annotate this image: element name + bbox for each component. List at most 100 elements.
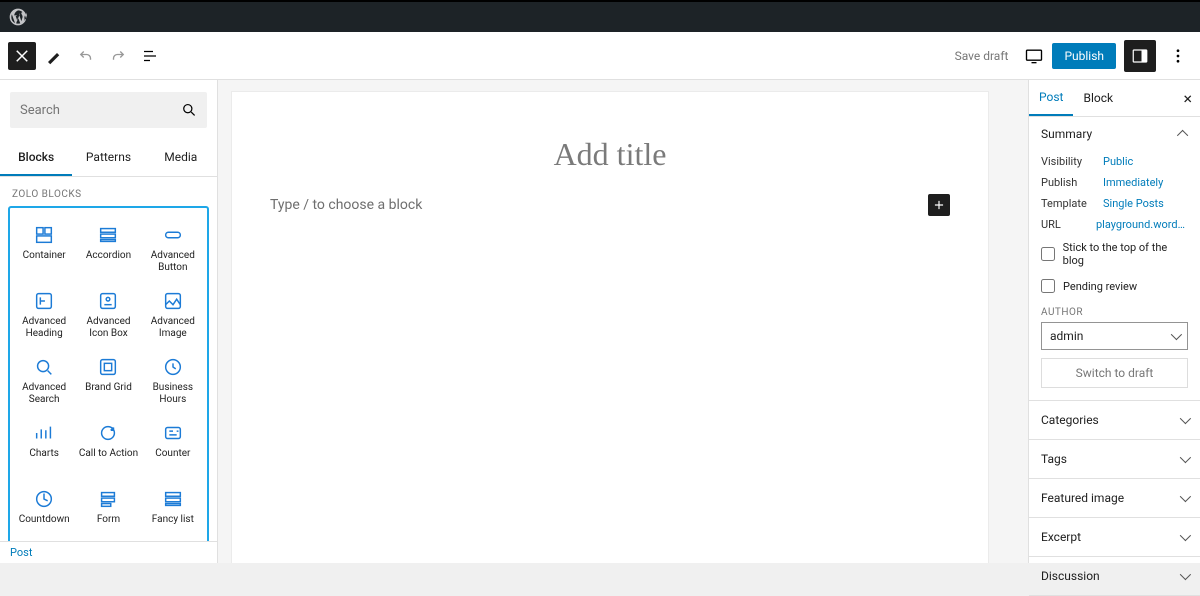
switch-to-draft-button[interactable]: Switch to draft [1041, 358, 1188, 388]
block-label: Business Hours [143, 382, 203, 406]
block-item-form[interactable]: Form [76, 478, 140, 540]
pending-label: Pending review [1063, 280, 1137, 293]
tab-blocks[interactable]: Blocks [0, 140, 72, 176]
block-label: Call to Action [79, 448, 138, 460]
post-content-area[interactable]: Add title Type / to choose a block [232, 92, 988, 563]
chevron-down-icon [1180, 530, 1188, 544]
panel-summary: Summary VisibilityPublic PublishImmediat… [1029, 117, 1200, 401]
sidebar-tabs: Post Block × [1029, 80, 1200, 117]
block-item-countdown[interactable]: Countdown [12, 478, 76, 540]
panel-categories[interactable]: Categories [1029, 401, 1200, 440]
block-icon [33, 290, 55, 312]
block-item-accordion[interactable]: Accordion [76, 214, 140, 276]
publish-button[interactable]: Publish [1052, 43, 1116, 69]
tab-post-settings[interactable]: Post [1029, 80, 1073, 116]
preview-button[interactable] [1024, 46, 1044, 66]
toggle-inserter-button[interactable] [8, 42, 36, 70]
plus-icon [932, 198, 946, 212]
block-search[interactable] [10, 92, 207, 128]
toolbar-left [8, 42, 164, 70]
block-label: Advanced Button [143, 250, 203, 274]
block-label: Container [23, 250, 66, 262]
author-select[interactable]: admin [1041, 322, 1188, 350]
block-label: Advanced Icon Box [78, 316, 138, 340]
wordpress-logo-icon[interactable] [8, 7, 28, 27]
block-label: Fancy list [152, 514, 194, 526]
block-item-counter[interactable]: Counter [141, 412, 205, 474]
post-title-input[interactable]: Add title [232, 132, 988, 191]
block-label: Charts [29, 448, 59, 460]
settings-sidebar-toggle[interactable] [1124, 40, 1156, 72]
panel-excerpt[interactable]: Excerpt [1029, 518, 1200, 557]
panel-discussion-label: Discussion [1041, 569, 1100, 583]
sticky-checkbox[interactable] [1041, 247, 1055, 261]
block-icon [162, 488, 184, 510]
chevron-down-icon [1171, 329, 1179, 343]
chevron-up-icon [1180, 127, 1188, 141]
block-item-business-hours[interactable]: Business Hours [141, 346, 205, 408]
block-search-input[interactable] [20, 103, 181, 118]
panel-summary-toggle[interactable]: Summary [1029, 117, 1200, 151]
panel-featured-image[interactable]: Featured image [1029, 479, 1200, 518]
pending-checkbox-row[interactable]: Pending review [1029, 273, 1200, 299]
tab-block-settings[interactable]: Block [1073, 81, 1123, 115]
block-category-title: ZOLO BLOCKS [4, 177, 213, 206]
chevron-down-icon [1180, 413, 1188, 427]
chevron-down-icon [1180, 491, 1188, 505]
block-item-advanced-button[interactable]: Advanced Button [141, 214, 205, 276]
undo-button[interactable] [72, 42, 100, 70]
block-inserter-panel: Blocks Patterns Media ZOLO BLOCKS Contai… [0, 80, 218, 563]
block-icon [162, 356, 184, 378]
block-item-charts[interactable]: Charts [12, 412, 76, 474]
panel-tags[interactable]: Tags [1029, 440, 1200, 479]
block-label: Accordion [86, 250, 131, 262]
wp-admin-bar [0, 2, 1200, 32]
panel-categories-label: Categories [1041, 413, 1099, 427]
redo-button[interactable] [104, 42, 132, 70]
panel-summary-title: Summary [1041, 127, 1092, 141]
publish-value[interactable]: Immediately [1103, 176, 1163, 189]
publish-label: Publish [1041, 176, 1095, 189]
author-value: admin [1050, 329, 1083, 343]
block-icon [162, 224, 184, 246]
url-value[interactable]: playground.wordpress... [1096, 218, 1188, 231]
block-item-call-to-action[interactable]: Call to Action [76, 412, 140, 474]
save-draft-button[interactable]: Save draft [947, 43, 1017, 69]
default-block-prompt[interactable]: Type / to choose a block [270, 191, 928, 219]
block-icon [97, 422, 119, 444]
block-item-brand-grid[interactable]: Brand Grid [76, 346, 140, 408]
close-sidebar-button[interactable]: × [1175, 89, 1200, 108]
chevron-down-icon [1180, 452, 1188, 466]
block-item-advanced-search[interactable]: Advanced Search [12, 346, 76, 408]
template-value[interactable]: Single Posts [1103, 197, 1164, 210]
tools-button[interactable] [40, 42, 68, 70]
visibility-value[interactable]: Public [1103, 155, 1133, 168]
block-item-advanced-icon-box[interactable]: Advanced Icon Box [76, 280, 140, 342]
settings-sidebar: Post Block × Summary VisibilityPublic Pu… [1028, 80, 1200, 563]
app-root: Save draft Publish Blocks Patterns [0, 0, 1200, 563]
block-item-fancy-list[interactable]: Fancy list [141, 478, 205, 540]
block-item-advanced-heading[interactable]: Advanced Heading [12, 280, 76, 342]
block-item-container[interactable]: Container [12, 214, 76, 276]
toolbar-right: Save draft Publish [947, 40, 1192, 72]
tab-media[interactable]: Media [145, 140, 217, 176]
editor-canvas: Add title Type / to choose a block [218, 80, 1028, 563]
panel-excerpt-label: Excerpt [1041, 530, 1081, 544]
block-label: Advanced Image [143, 316, 203, 340]
sticky-checkbox-row[interactable]: Stick to the top of the blog [1029, 235, 1200, 273]
options-menu-button[interactable] [1164, 42, 1192, 70]
block-label: Brand Grid [85, 382, 132, 394]
pending-review-checkbox[interactable] [1041, 279, 1055, 293]
search-icon [181, 101, 197, 119]
panel-tags-label: Tags [1041, 452, 1067, 466]
tab-patterns[interactable]: Patterns [72, 140, 144, 176]
add-block-button[interactable] [928, 194, 950, 216]
block-icon [97, 290, 119, 312]
block-icon [162, 422, 184, 444]
block-label: Counter [155, 448, 190, 460]
block-icon [33, 356, 55, 378]
block-icon [33, 224, 55, 246]
breadcrumb-post[interactable]: Post [0, 541, 217, 563]
document-overview-button[interactable] [136, 42, 164, 70]
block-item-advanced-image[interactable]: Advanced Image [141, 280, 205, 342]
